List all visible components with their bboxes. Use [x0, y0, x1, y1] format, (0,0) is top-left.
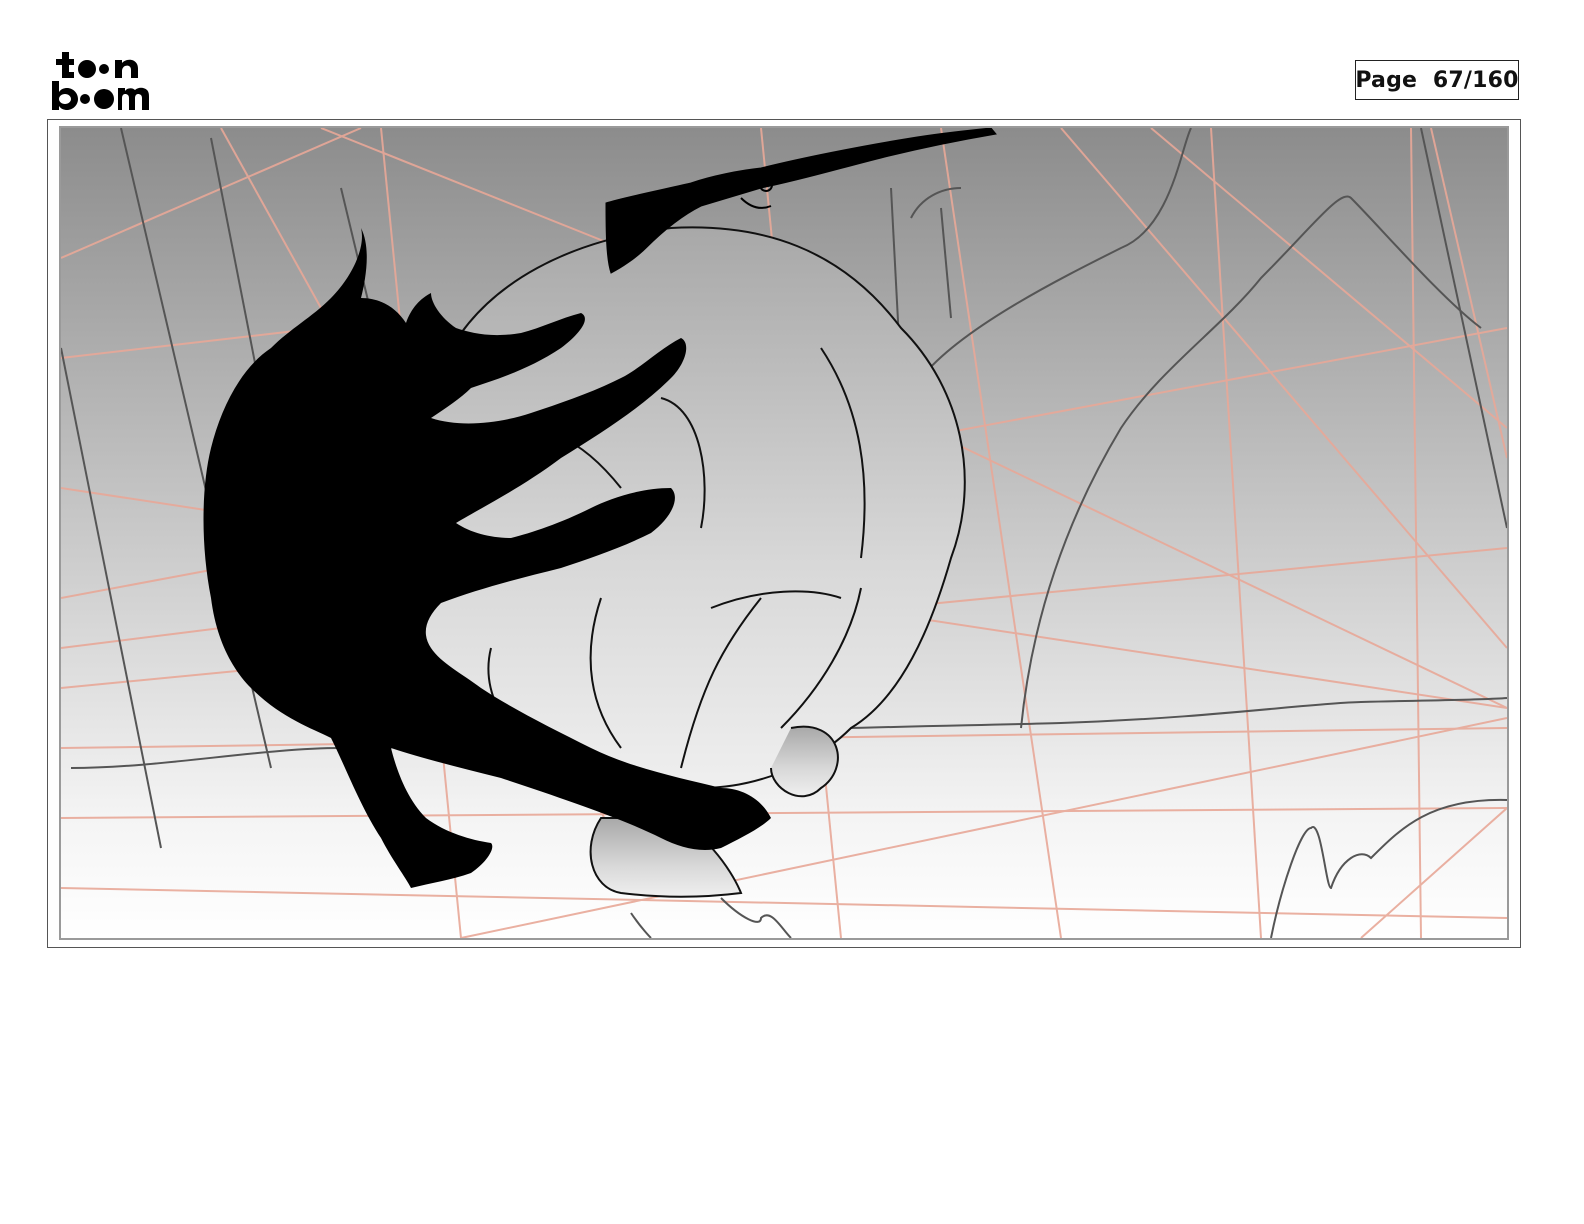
panel-drawing [61, 128, 1507, 938]
toon-boom-logo [52, 50, 164, 112]
storyboard-panel [47, 119, 1521, 948]
page-counter: Page 67/160 [1355, 60, 1519, 100]
logo-letter-m [118, 87, 149, 110]
logo-dot [94, 89, 114, 109]
panel-frame [59, 126, 1509, 940]
logo-letter-n [115, 59, 138, 78]
logo-letter-b [52, 81, 78, 110]
logo-dot [99, 64, 109, 74]
logo-dot [78, 60, 96, 78]
logo-dot [80, 94, 90, 104]
logo-letter-t [56, 52, 74, 78]
